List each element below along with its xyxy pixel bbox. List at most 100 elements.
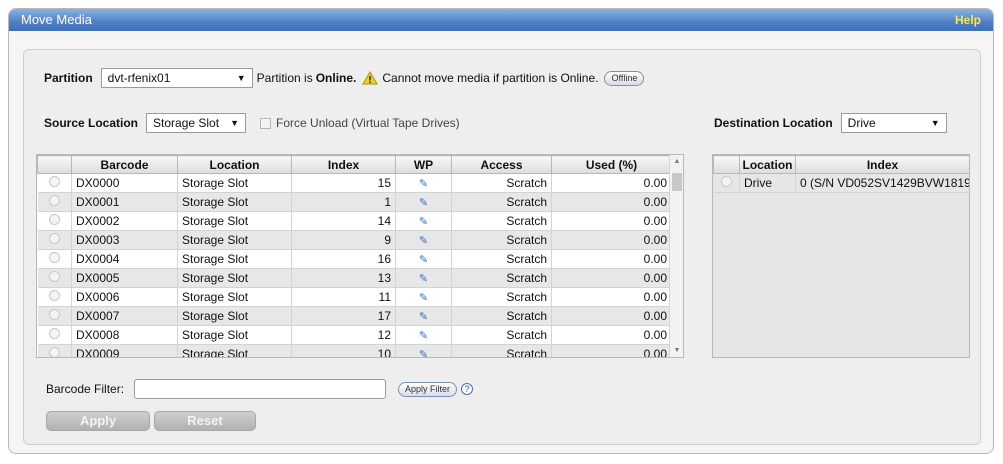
barcode-filter-row: Barcode Filter: Apply Filter ? [46,379,474,399]
help-link[interactable]: Help [955,9,981,31]
index-cell: 13 [291,268,396,288]
access-cell: Scratch [451,249,552,269]
index-cell: 10 [291,344,396,357]
column-header-wp[interactable]: WP [395,155,452,174]
apply-button[interactable]: Apply [46,411,150,431]
column-header-access[interactable]: Access [451,155,552,174]
used-cell: 0.00 [551,249,672,269]
barcode-filter-input[interactable] [134,379,387,399]
barcode-cell: DX0007 [71,306,178,326]
table-row[interactable]: DX0006 Storage Slot 11 ✎ Scratch 0.00 [37,287,672,307]
barcode-cell: DX0005 [71,268,178,288]
table-row[interactable]: DX0005 Storage Slot 13 ✎ Scratch 0.00 [37,268,672,288]
barcode-cell: DX0000 [71,173,178,193]
column-header-location[interactable]: Location [739,155,796,174]
destination-location-row: Destination Location Drive ▼ [714,113,947,133]
row-select-radio[interactable] [48,290,60,301]
table-row[interactable]: Drive 0 (S/N VD052SV1429BVW18191) [713,173,969,193]
row-select-radio[interactable] [48,347,60,357]
access-cell: Scratch [451,325,552,345]
destination-location-value: Drive [847,116,876,130]
partition-select[interactable]: dvt-rfenix01 ▼ [100,68,253,88]
column-header-location[interactable]: Location [177,155,292,174]
scrollbar-thumb[interactable] [672,173,682,191]
row-select-radio[interactable] [48,214,60,225]
destination-table-header: Location Index [713,155,969,174]
table-row[interactable]: DX0007 Storage Slot 17 ✎ Scratch 0.00 [37,306,672,326]
wp-cell: ✎ [395,268,452,288]
table-row[interactable]: DX0008 Storage Slot 12 ✎ Scratch 0.00 [37,325,672,345]
wp-cell: ✎ [395,211,452,231]
wp-cell: ✎ [395,249,452,269]
location-cell: Storage Slot [177,344,292,357]
row-select-radio[interactable] [48,328,60,339]
pencil-icon[interactable]: ✎ [419,197,428,209]
row-select-radio[interactable] [720,176,732,187]
pencil-icon[interactable]: ✎ [419,292,428,304]
move-media-panel: Partition dvt-rfenix01 ▼ Partition is On… [23,49,981,445]
table-row[interactable]: DX0004 Storage Slot 16 ✎ Scratch 0.00 [37,249,672,269]
wp-cell: ✎ [395,192,452,212]
pencil-icon[interactable]: ✎ [419,273,428,285]
column-header-index[interactable]: Index [291,155,396,174]
pencil-icon[interactable]: ✎ [419,216,428,228]
table-row[interactable]: DX0002 Storage Slot 14 ✎ Scratch 0.00 [37,211,672,231]
offline-button[interactable]: Offline [604,70,645,86]
reset-button[interactable]: Reset [154,411,256,431]
index-cell: 14 [291,211,396,231]
pencil-icon[interactable]: ✎ [419,235,428,247]
row-select-radio[interactable] [48,309,60,320]
row-select-radio[interactable] [48,271,60,282]
barcode-cell: DX0009 [71,344,178,357]
location-cell: Storage Slot [177,173,292,193]
used-cell: 0.00 [551,230,672,250]
row-select-cell [37,306,72,326]
row-select-cell [37,173,72,193]
source-table-header: Barcode Location Index WP Access Used (%… [37,155,672,174]
location-cell: Drive [739,173,796,193]
title-bar: Move Media Help [9,9,993,31]
barcode-cell: DX0001 [71,192,178,212]
location-cell: Storage Slot [177,325,292,345]
index-cell: 1 [291,192,396,212]
access-cell: Scratch [451,230,552,250]
apply-filter-button[interactable]: Apply Filter [398,381,458,397]
pencil-icon[interactable]: ✎ [419,311,428,323]
scroll-up-icon[interactable]: ▲ [670,158,683,165]
destination-location-select[interactable]: Drive ▼ [840,113,947,133]
table-row[interactable]: DX0000 Storage Slot 15 ✎ Scratch 0.00 [37,173,672,193]
pencil-icon[interactable]: ✎ [419,349,428,357]
barcode-cell: DX0002 [71,211,178,231]
column-header-index[interactable]: Index [795,155,969,174]
pencil-icon[interactable]: ✎ [419,178,428,190]
column-header-barcode[interactable]: Barcode [71,155,178,174]
wp-cell: ✎ [395,173,452,193]
force-unload-checkbox[interactable] [260,117,272,129]
table-row[interactable]: DX0001 Storage Slot 1 ✎ Scratch 0.00 [37,192,672,212]
row-select-radio[interactable] [48,252,60,263]
scroll-down-icon[interactable]: ▼ [670,347,683,354]
access-cell: Scratch [451,344,552,357]
location-cell: Storage Slot [177,268,292,288]
row-select-radio[interactable] [48,176,60,187]
index-cell: 15 [291,173,396,193]
pencil-icon[interactable]: ✎ [419,330,428,342]
help-icon[interactable]: ? [461,383,474,395]
source-location-select[interactable]: Storage Slot ▼ [146,113,247,133]
wp-cell: ✎ [395,230,452,250]
table-row[interactable]: DX0003 Storage Slot 9 ✎ Scratch 0.00 [37,230,672,250]
column-header-used[interactable]: Used (%) [551,155,672,174]
used-cell: 0.00 [551,325,672,345]
row-select-cell [37,344,72,357]
row-select-radio[interactable] [48,195,60,206]
table-row[interactable]: DX0009 Storage Slot 10 ✎ Scratch 0.00 [37,344,672,357]
source-location-label: Source Location [44,116,139,130]
row-select-cell [37,249,72,269]
row-select-radio[interactable] [48,233,60,244]
row-select-cell [713,173,740,193]
partition-select-value: dvt-rfenix01 [107,71,171,85]
partition-warning-text: Cannot move media if partition is Online… [382,71,599,85]
pencil-icon[interactable]: ✎ [419,254,428,266]
access-cell: Scratch [451,192,552,212]
source-table-scrollbar[interactable]: ▲ ▼ [669,155,683,357]
